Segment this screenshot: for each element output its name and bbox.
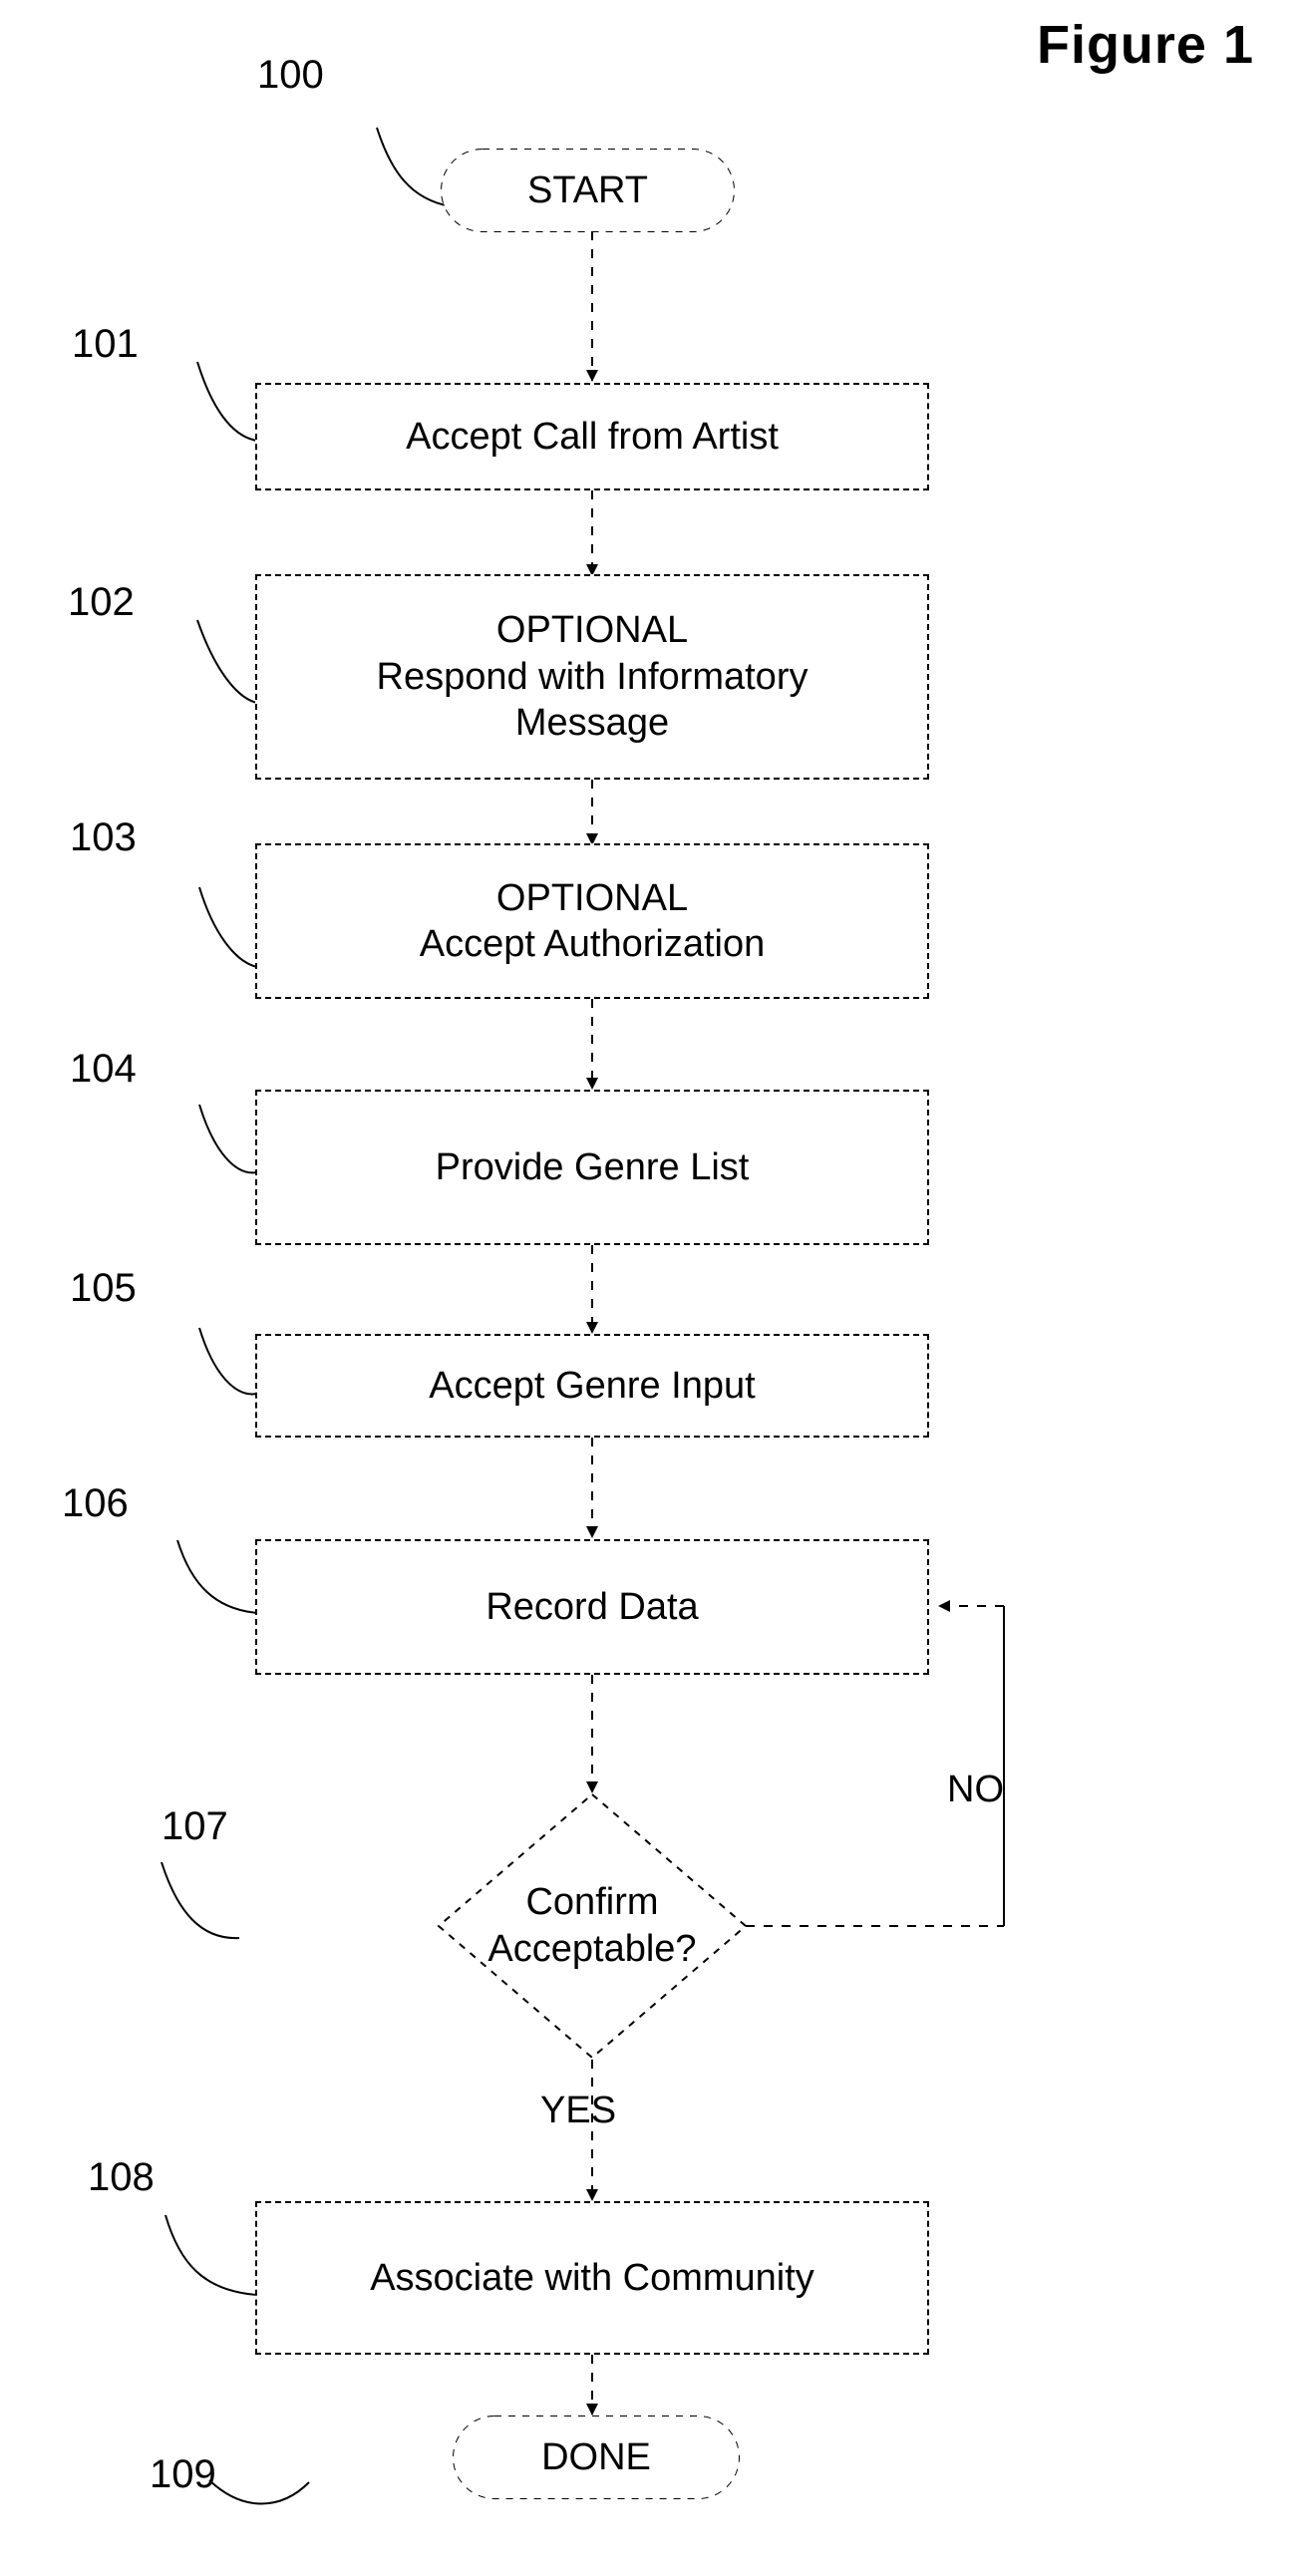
flowchart-canvas: Figure 1 100 101 102 103 104 105 106 107… xyxy=(0,0,1296,2576)
process-box-108-line-1: Associate with Community xyxy=(370,2256,814,2299)
leader-104 xyxy=(198,1104,258,1174)
ref-numeral-107: 107 xyxy=(162,1804,228,1848)
leader-101 xyxy=(196,361,258,442)
leader-106 xyxy=(176,1539,258,1614)
process-box-108[interactable]: Associate with Community xyxy=(255,2201,929,2355)
leader-107 xyxy=(161,1861,240,1940)
start-terminator[interactable]: START xyxy=(442,150,734,231)
process-box-104-line-1: Provide Genre List xyxy=(435,1145,750,1188)
process-box-104[interactable]: Provide Genre List xyxy=(255,1090,929,1245)
leader-105 xyxy=(198,1327,258,1396)
process-box-102-line-2: Respond with Informatory xyxy=(376,655,809,698)
leader-108 xyxy=(164,2214,258,2296)
ref-numeral-100: 100 xyxy=(257,53,324,97)
decision-107-text[interactable]: Confirm Acceptable? xyxy=(439,1856,746,1996)
ref-numeral-103: 103 xyxy=(70,815,137,859)
ref-numeral-109: 109 xyxy=(150,2452,216,2496)
leader-100 xyxy=(376,127,452,207)
process-box-102-line-3: Message xyxy=(514,702,670,745)
edge-label-yes: YES xyxy=(540,2090,617,2131)
ref-numeral-101: 101 xyxy=(72,322,139,366)
leader-102 xyxy=(196,619,258,704)
process-box-102-line-1: OPTIONAL xyxy=(495,609,689,652)
leader-103 xyxy=(198,886,258,968)
process-box-103-line-2: Accept Authorization xyxy=(419,923,766,965)
process-box-105-line-1: Accept Genre Input xyxy=(429,1364,756,1407)
ref-numeral-108: 108 xyxy=(88,2155,155,2199)
process-box-106-line-1: Record Data xyxy=(486,1585,699,1628)
done-terminator[interactable]: DONE xyxy=(454,2416,739,2498)
process-box-101[interactable]: Accept Call from Artist xyxy=(255,383,929,490)
leader-109 xyxy=(208,2479,310,2505)
ref-numeral-102: 102 xyxy=(68,580,135,624)
decision-107-line-1: Confirm xyxy=(525,1880,659,1923)
ref-numeral-105: 105 xyxy=(70,1266,137,1310)
process-box-102[interactable]: OPTIONAL Respond with Informatory Messag… xyxy=(255,574,929,780)
process-box-105[interactable]: Accept Genre Input xyxy=(255,1334,929,1438)
decision-107-line-2: Acceptable? xyxy=(487,1928,697,1970)
process-box-101-line-1: Accept Call from Artist xyxy=(406,415,779,458)
done-label: DONE xyxy=(541,2435,651,2478)
process-box-103[interactable]: OPTIONAL Accept Authorization xyxy=(255,843,929,999)
ref-numeral-104: 104 xyxy=(70,1047,137,1091)
process-box-106[interactable]: Record Data xyxy=(255,1539,929,1675)
ref-numeral-106: 106 xyxy=(62,1481,129,1525)
start-label: START xyxy=(526,168,649,211)
process-box-103-line-1: OPTIONAL xyxy=(495,876,689,919)
figure-title: Figure 1 xyxy=(1036,15,1254,75)
edge-label-no: NO xyxy=(947,1769,1004,1810)
